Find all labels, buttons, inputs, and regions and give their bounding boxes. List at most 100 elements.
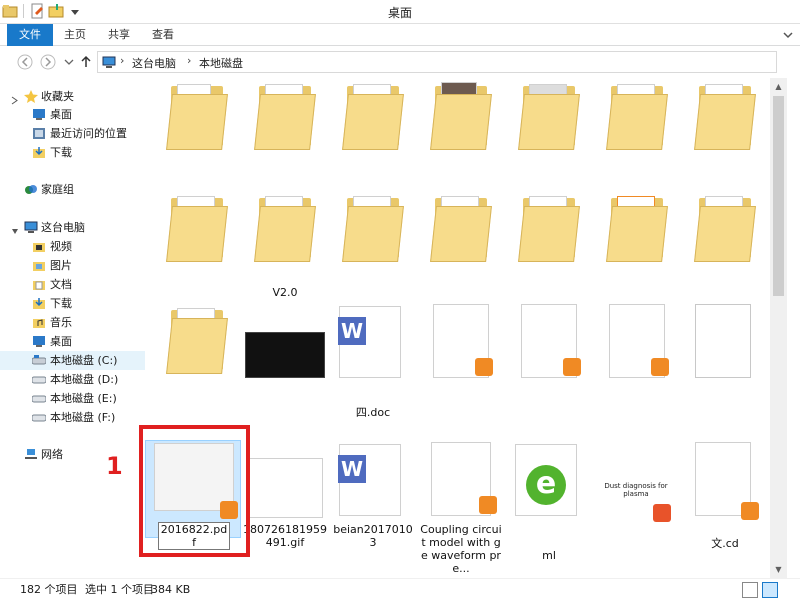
address-box[interactable]: › 这台电脑 › 本地磁盘: [97, 51, 777, 73]
expand-ribbon-icon[interactable]: [782, 29, 794, 41]
expand-arrow-icon[interactable]: [11, 92, 18, 105]
doc-file-item[interactable]: W beian20170103: [331, 440, 415, 558]
up-arrow-button[interactable]: [78, 54, 94, 70]
sidebar-item-this-pc[interactable]: 这台电脑: [0, 218, 145, 237]
folder-item[interactable]: V2.0: [243, 190, 327, 308]
folder-item[interactable]: [595, 190, 679, 308]
file-name: Coupling circuit model with ge waveform …: [420, 523, 502, 575]
tab-home[interactable]: 主页: [60, 24, 90, 46]
sidebar-item-videos[interactable]: 视频: [0, 237, 145, 256]
sidebar-item-recent[interactable]: 最近访问的位置: [0, 124, 145, 143]
sidebar-item-drive-e[interactable]: 本地磁盘 (E:): [0, 389, 145, 408]
drive-icon: [31, 373, 47, 386]
pdf-file-item[interactable]: [419, 302, 503, 420]
folder-item[interactable]: [155, 78, 239, 196]
network-icon: [24, 448, 38, 461]
sidebar-item-desktop[interactable]: 桌面: [0, 105, 145, 124]
video-file-item[interactable]: [243, 302, 327, 420]
ie-browser-icon: e: [526, 465, 566, 505]
folder-item[interactable]: [507, 190, 591, 308]
wps-presentation-badge-icon: [653, 504, 671, 522]
tab-share[interactable]: 共享: [104, 24, 134, 46]
scrollbar-thumb[interactable]: [773, 96, 784, 296]
pdf-file-item[interactable]: Coupling circuit model with ge waveform …: [419, 440, 503, 575]
selection-size: 384 KB: [151, 583, 191, 596]
folder-item[interactable]: [683, 190, 767, 308]
vertical-scrollbar[interactable]: ▲ ▼: [770, 78, 787, 578]
wps-pdf-badge-icon: [563, 358, 581, 376]
ribbon-tabs: 文件 主页 共享 查看: [0, 24, 800, 46]
breadcrumb-this-pc[interactable]: 这台电脑: [132, 55, 176, 71]
documents-folder-icon: [32, 278, 46, 291]
doc-file-item[interactable]: W 四.doc: [331, 302, 415, 420]
drive-icon: [31, 411, 47, 424]
recent-icon: [32, 127, 46, 140]
file-name: 180726181959491.gif: [243, 523, 327, 549]
scroll-down-icon[interactable]: ▼: [770, 561, 787, 578]
sidebar-item-drive-f[interactable]: 本地磁盘 (F:): [0, 408, 145, 427]
expand-arrow-icon[interactable]: [11, 223, 18, 234]
sidebar-item-favorites[interactable]: 收藏夹: [0, 87, 145, 106]
blank-file-item[interactable]: [683, 302, 767, 420]
annotation-highlight-box: [139, 425, 250, 557]
sidebar-item-documents[interactable]: 文档: [0, 275, 145, 294]
video-folder-icon: [32, 240, 46, 253]
file-name: V2.0: [272, 286, 298, 299]
sidebar-item-downloads[interactable]: 下载: [0, 143, 145, 162]
folder-item[interactable]: [155, 190, 239, 308]
folder-item[interactable]: [507, 78, 591, 196]
folder-item[interactable]: [595, 78, 679, 196]
sidebar-item-desktop-pc[interactable]: 桌面: [0, 332, 145, 351]
sidebar-item-drive-c[interactable]: 本地磁盘 (C:): [0, 351, 145, 370]
music-folder-icon: [32, 316, 46, 329]
folder-item[interactable]: [331, 78, 415, 196]
scroll-up-icon[interactable]: ▲: [770, 78, 787, 95]
pdf-file-item[interactable]: [507, 302, 591, 420]
sidebar-item-music[interactable]: 音乐: [0, 313, 145, 332]
annotation-number: 1: [106, 452, 123, 480]
gif-file-item[interactable]: 180726181959491.gif: [243, 440, 327, 558]
wps-pdf-badge-icon: [741, 502, 759, 520]
folder-item[interactable]: [419, 190, 503, 308]
breadcrumb-separator-icon: ›: [120, 54, 125, 67]
back-button[interactable]: [17, 54, 33, 70]
folder-item[interactable]: [683, 78, 767, 196]
breadcrumb-local-disk[interactable]: 本地磁盘: [199, 55, 243, 71]
pdf-file-item[interactable]: 文.cd: [683, 440, 767, 558]
recent-locations-chevron-icon[interactable]: [61, 54, 77, 70]
drive-icon: [31, 392, 47, 405]
tab-file[interactable]: 文件: [7, 24, 53, 46]
file-name: 四.doc: [355, 406, 391, 419]
html-file-item[interactable]: e ml: [507, 440, 591, 562]
large-icons-view-icon[interactable]: [762, 582, 778, 598]
sidebar-item-pictures[interactable]: 图片: [0, 256, 145, 275]
status-bar: 182 个项目 选中 1 个项目 384 KB: [0, 578, 800, 600]
folder-item[interactable]: [331, 190, 415, 308]
folder-item[interactable]: [243, 78, 327, 196]
desktop-icon: [32, 335, 46, 348]
wps-pdf-badge-icon: [479, 496, 497, 514]
wps-writer-icon: W: [338, 317, 366, 345]
folder-item[interactable]: [419, 78, 503, 196]
item-count: 182 个项目: [20, 583, 78, 596]
computer-icon: [24, 221, 38, 234]
file-name: beian20170103: [333, 523, 413, 549]
wps-pdf-badge-icon: [651, 358, 669, 376]
navigation-bar: › 这台电脑 › 本地磁盘: [0, 47, 800, 77]
folder-item[interactable]: [155, 302, 239, 420]
ppt-file-item[interactable]: Dust diagnosis for plasma: [595, 440, 679, 558]
sidebar-item-downloads-pc[interactable]: 下载: [0, 294, 145, 313]
download-folder-icon: [32, 297, 46, 310]
navigation-pane: 收藏夹 桌面 最近访问的位置 下载 家庭组 这台电脑 视频 图片 文档 下载 音…: [0, 78, 145, 578]
selection-count: 选中 1 个项目: [85, 583, 154, 596]
pdf-file-item[interactable]: [595, 302, 679, 420]
thumbnail-caption: Dust diagnosis for plasma: [604, 482, 668, 498]
file-name: ml: [542, 549, 556, 562]
sidebar-item-drive-d[interactable]: 本地磁盘 (D:): [0, 370, 145, 389]
details-view-icon[interactable]: [742, 582, 758, 598]
sidebar-item-homegroup[interactable]: 家庭组: [0, 180, 145, 199]
homegroup-icon: [24, 183, 38, 196]
tab-view[interactable]: 查看: [148, 24, 178, 46]
sidebar-item-network[interactable]: 网络: [0, 445, 145, 464]
forward-button[interactable]: [40, 54, 56, 70]
